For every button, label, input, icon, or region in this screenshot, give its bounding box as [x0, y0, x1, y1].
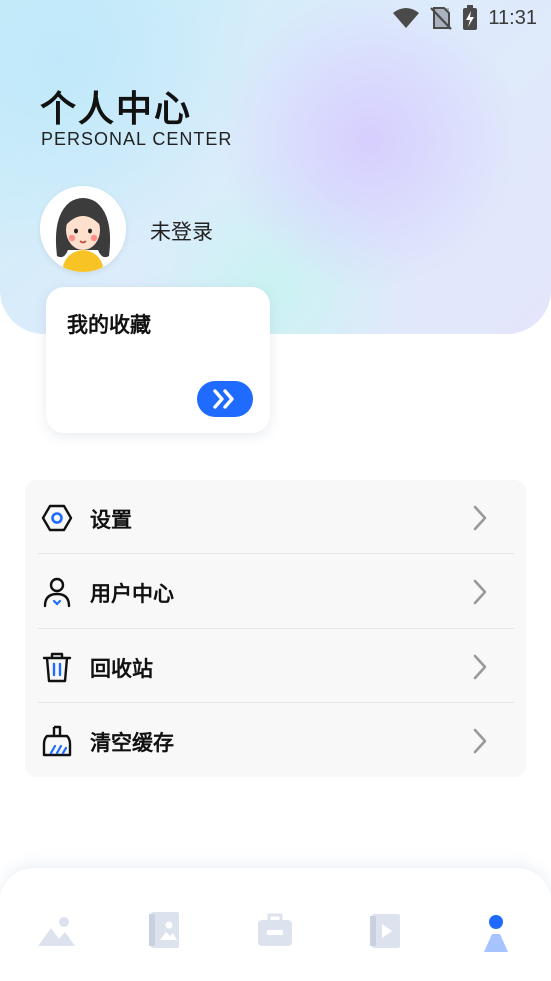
- double-chevron-right-icon: [213, 389, 234, 409]
- trash-icon: [42, 652, 72, 683]
- toolbox-icon: [258, 913, 292, 946]
- chevron-right-icon: [473, 579, 487, 605]
- no-sim-icon: [430, 7, 453, 30]
- favorites-open-button[interactable]: [197, 381, 253, 417]
- photo-album-icon: [149, 912, 179, 948]
- menu-item-label: 用户中心: [90, 582, 174, 606]
- chevron-right-icon: [473, 505, 487, 531]
- status-bar: 11:31: [392, 5, 537, 30]
- page-title: 个人中心: [40, 89, 193, 130]
- battery-charging-icon: [463, 5, 478, 30]
- settings-icon: [41, 504, 73, 532]
- favorites-card[interactable]: 我的收藏: [46, 287, 270, 433]
- chevron-right-icon: [473, 654, 487, 680]
- broom-icon: [42, 725, 72, 757]
- bottom-tab-bar: [0, 868, 551, 981]
- menu-item-label: 回收站: [90, 657, 153, 681]
- tab-toolbox[interactable]: [253, 908, 297, 952]
- header-background: [0, 0, 551, 334]
- tab-profile[interactable]: [474, 908, 518, 952]
- chevron-right-icon: [473, 728, 487, 754]
- menu-card: 设置 用户中心 回收站 清空缓存: [25, 480, 526, 777]
- avatar[interactable]: [40, 186, 126, 272]
- menu-item-clear-cache[interactable]: 清空缓存: [25, 703, 526, 777]
- tab-gallery[interactable]: [35, 908, 79, 952]
- menu-item-settings[interactable]: 设置: [25, 480, 526, 554]
- menu-item-label: 设置: [90, 508, 132, 532]
- menu-item-user-center[interactable]: 用户中心: [25, 554, 526, 628]
- wifi-icon: [393, 8, 420, 28]
- tab-video[interactable]: [362, 908, 406, 952]
- menu-item-recycle-bin[interactable]: 回收站: [25, 629, 526, 703]
- avatar-girl-icon: [40, 186, 126, 272]
- video-icon: [370, 914, 400, 948]
- user-icon: [43, 577, 71, 608]
- page-subtitle: PERSONAL CENTER: [41, 129, 233, 149]
- gallery-icon: [38, 917, 75, 946]
- menu-item-label: 清空缓存: [90, 731, 174, 755]
- favorites-title: 我的收藏: [67, 313, 151, 337]
- login-status[interactable]: 未登录: [150, 216, 213, 246]
- profile-icon: [484, 915, 508, 952]
- tab-photo-album[interactable]: [143, 908, 187, 952]
- status-time: 11:31: [488, 6, 537, 29]
